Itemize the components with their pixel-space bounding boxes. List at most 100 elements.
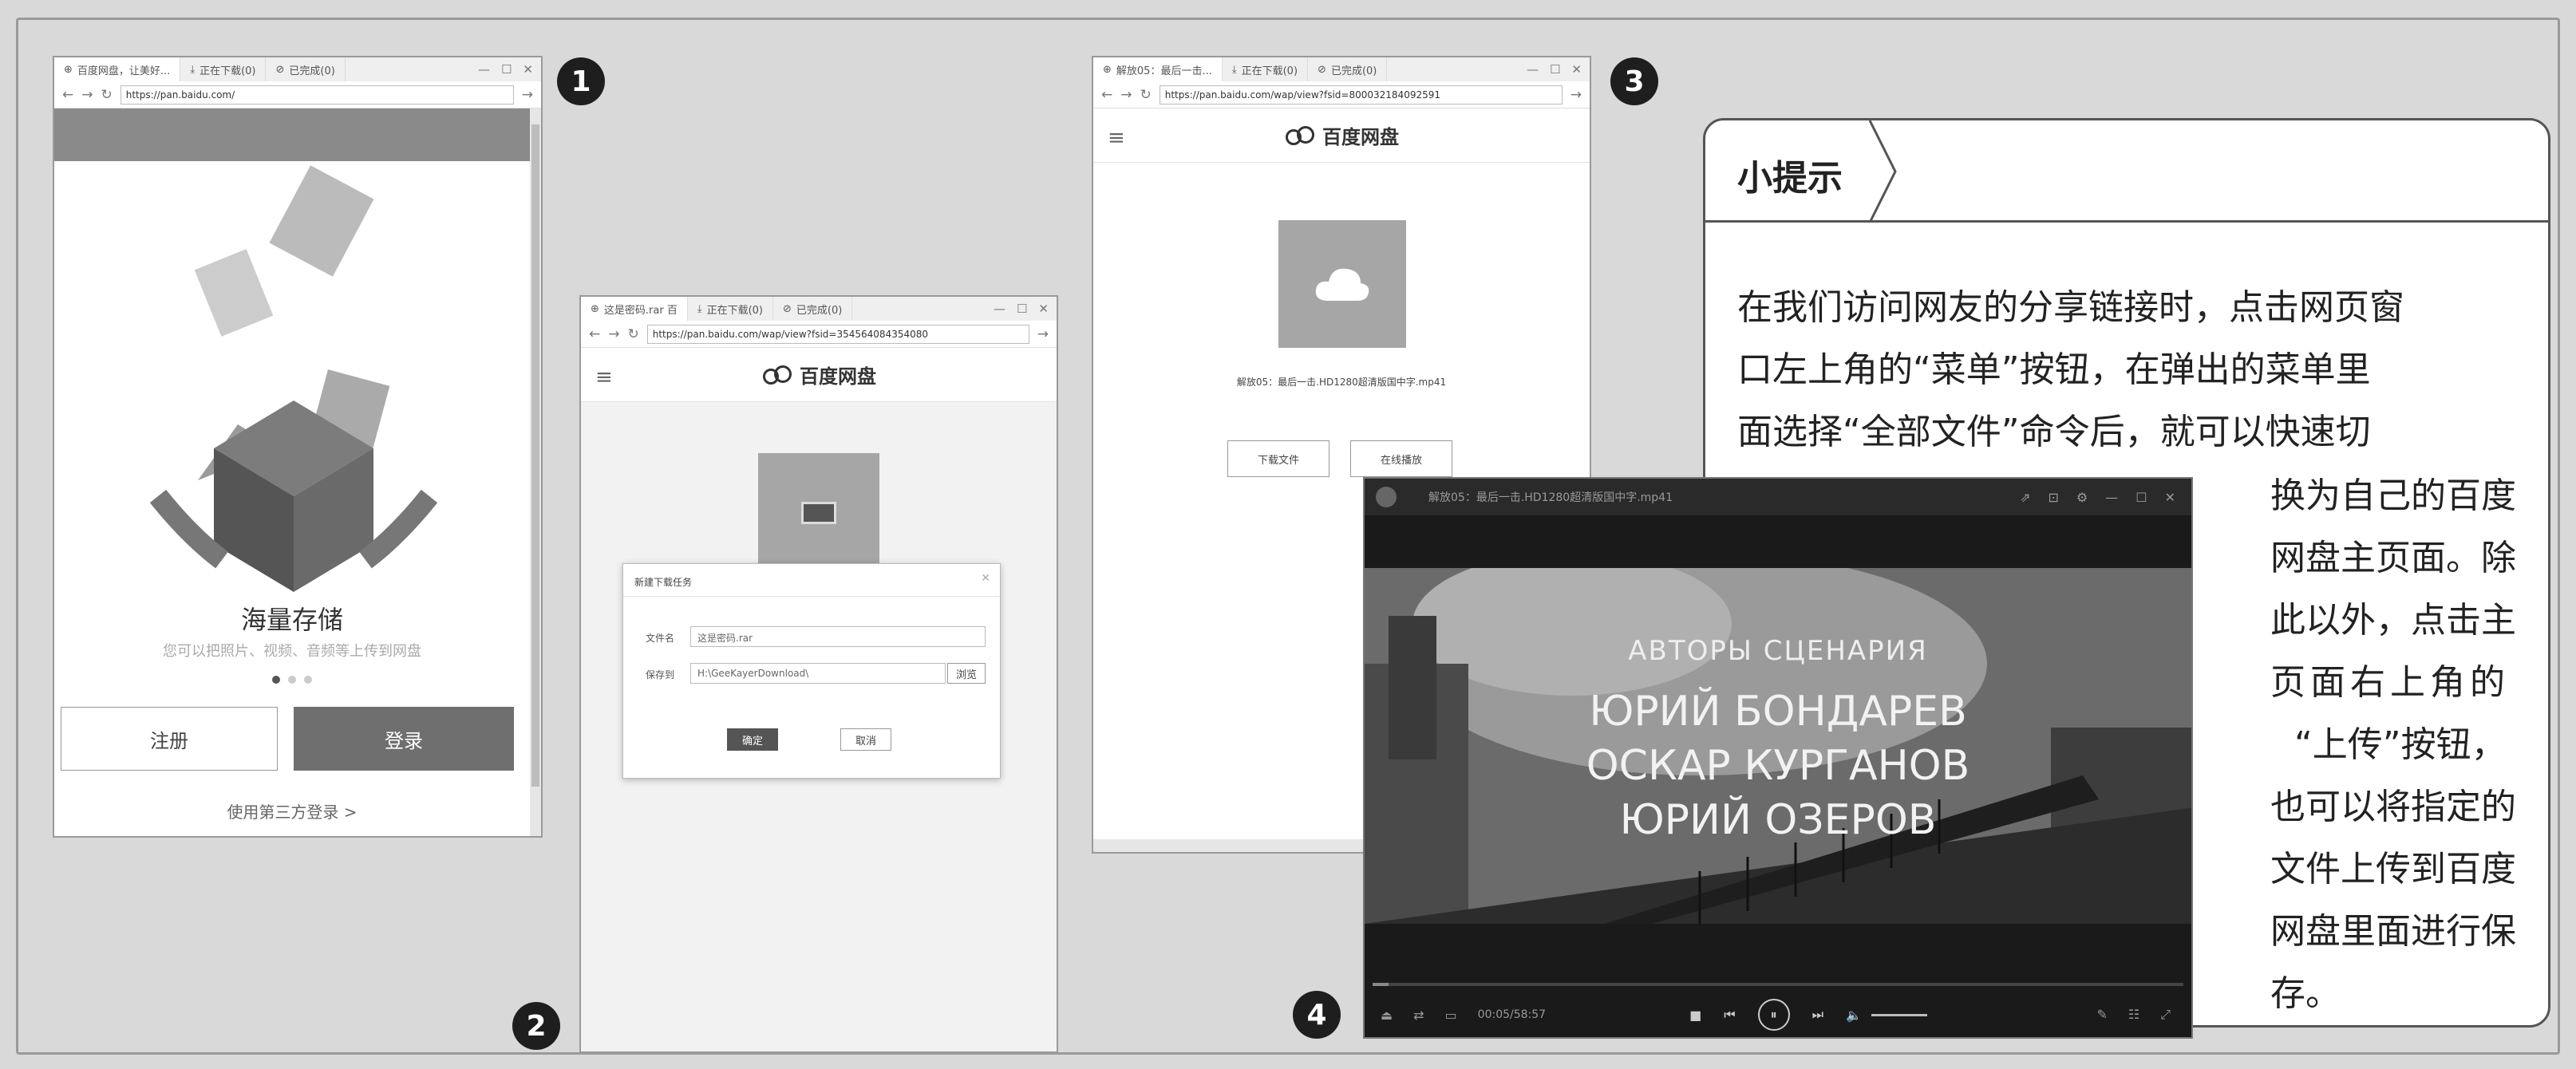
check-circle-icon: ⊘ bbox=[275, 63, 285, 76]
credit-line-3: ОСКАР КУРГАНОВ bbox=[1586, 742, 1970, 790]
playlist-icon[interactable]: ⏏ bbox=[1381, 1008, 1393, 1023]
globe-icon: ⊕ bbox=[64, 63, 73, 76]
tab-downloading[interactable]: ⤓ 正在下载(0) bbox=[688, 297, 773, 321]
video-frame[interactable]: АВТОРЫ СЦЕНАРИЯ ЮРИЙ БОНДАРЕВ ОСКАР КУРГ… bbox=[1365, 568, 2191, 924]
go-icon[interactable]: → bbox=[1037, 326, 1049, 342]
back-icon[interactable]: ← bbox=[589, 326, 600, 342]
minimize-icon[interactable]: — bbox=[994, 302, 1006, 316]
tip-text-line-3: 面选择“全部文件”命令后，就可以快速切 bbox=[1737, 412, 2371, 452]
download-icon: ⤓ bbox=[697, 302, 702, 315]
video-filename: 解放05：最后一击.HD1280超清版国中字.mp41 bbox=[1236, 377, 1447, 388]
credit-line-2: ЮРИЙ БОНДАРЕВ bbox=[1589, 688, 1967, 736]
third-party-login-link[interactable]: 使用第三方登录 > bbox=[54, 799, 530, 822]
storage-subtitle: 您可以把照片、视频、音频等上传到网盘 bbox=[163, 643, 421, 660]
maximize-icon[interactable]: ☐ bbox=[1017, 302, 1027, 316]
scrollbar[interactable] bbox=[530, 108, 541, 836]
close-icon[interactable]: ✕ bbox=[2165, 490, 2175, 505]
tab-completed[interactable]: ⊘ 已完成(0) bbox=[266, 57, 346, 81]
tab-rar-file[interactable]: ⊕ 这是密码.rar 百 bbox=[581, 297, 688, 321]
login-button[interactable]: 登录 bbox=[294, 707, 514, 771]
close-icon[interactable]: ✕ bbox=[1038, 302, 1049, 316]
volume-icon[interactable]: 🔈 bbox=[1846, 1008, 1862, 1023]
browse-button[interactable]: 浏览 bbox=[947, 663, 986, 684]
maximize-icon[interactable]: ☐ bbox=[501, 62, 512, 77]
maximize-icon[interactable]: ☐ bbox=[1550, 62, 1560, 77]
brush-icon[interactable]: ✎ bbox=[2096, 1007, 2107, 1023]
volume-slider[interactable] bbox=[1871, 1013, 1927, 1016]
globe-icon: ⊕ bbox=[591, 302, 599, 315]
tab-completed[interactable]: ⊘ 已完成(0) bbox=[1308, 57, 1388, 81]
go-icon[interactable]: → bbox=[522, 87, 533, 103]
stop-icon[interactable]: ■ bbox=[1689, 1008, 1701, 1023]
filename-input[interactable]: 这是密码.rar bbox=[690, 626, 986, 647]
screen-icon[interactable]: ▭ bbox=[1445, 1008, 1457, 1023]
refresh-icon[interactable]: ↻ bbox=[628, 326, 639, 342]
globe-icon: ⊕ bbox=[1103, 63, 1112, 76]
tip-text-line-1: 在我们访问网友的分享链接时，点击网页窗 bbox=[1737, 287, 2404, 328]
url-input[interactable]: https://pan.baidu.com/ bbox=[120, 85, 514, 105]
close-icon[interactable]: ✕ bbox=[523, 62, 533, 77]
minimize-icon[interactable]: — bbox=[2105, 490, 2118, 505]
back-icon[interactable]: ← bbox=[62, 87, 73, 103]
refresh-icon[interactable]: ↻ bbox=[101, 87, 113, 103]
cancel-button[interactable]: 取消 bbox=[840, 728, 891, 751]
register-button[interactable]: 注册 bbox=[61, 707, 278, 771]
tab-downloading[interactable]: ⤓ 正在下载(0) bbox=[180, 57, 267, 81]
step-badge-1: 1 bbox=[557, 57, 605, 105]
tab-bar: ⊕ 百度网盘，让美好... ⤓ 正在下载(0) ⊘ 已完成(0) — ☐ ✕ bbox=[54, 57, 541, 81]
file-thumbnail bbox=[758, 453, 879, 573]
dialog-title: 新建下载任务 bbox=[634, 577, 693, 588]
forward-icon[interactable]: → bbox=[1120, 87, 1132, 103]
banner-strip bbox=[54, 108, 530, 161]
carousel-dots[interactable] bbox=[54, 676, 530, 684]
download-file-button[interactable]: 下载文件 bbox=[1227, 440, 1329, 477]
loop-icon[interactable]: ⇄ bbox=[1413, 1008, 1424, 1023]
minimize-icon[interactable]: — bbox=[1527, 62, 1539, 77]
video-player-window: 解放05：最后一击.HD1280超清版国中字.mp41 ⇗ ⊡ ⚙ — ☐ ✕ АВТОР… bbox=[1363, 477, 2193, 1039]
download-dialog: 新建下载任务 ✕ 文件名 这是密码.rar 保存到 H:\GeeKayerDow… bbox=[622, 563, 1001, 779]
refresh-icon[interactable]: ↻ bbox=[1140, 87, 1152, 103]
tip-narrow-text: 换为自己的百度 网盘主页面。除 此以外，点击主 页面右上角的 “上传”按钮， 也… bbox=[2270, 475, 2516, 1014]
saveto-label: 保存到 bbox=[646, 669, 675, 680]
tab-video-file[interactable]: ⊕ 解放05：最后一击... bbox=[1093, 57, 1223, 81]
fullscreen-icon[interactable]: ⤢ bbox=[2160, 1007, 2171, 1023]
player-logo-icon[interactable] bbox=[1376, 487, 1397, 507]
previous-icon[interactable]: ⏮ bbox=[1724, 1007, 1735, 1023]
maximize-icon[interactable]: ☐ bbox=[2135, 490, 2147, 505]
close-icon[interactable]: ✕ bbox=[1571, 62, 1582, 77]
saveto-input[interactable]: H:\GeeKayerDownload\ bbox=[690, 663, 946, 684]
go-icon[interactable]: → bbox=[1570, 87, 1582, 103]
credit-line-1: АВТОРЫ СЦЕНАРИЯ bbox=[1628, 635, 1928, 667]
share-icon[interactable]: ⇗ bbox=[2020, 490, 2030, 505]
time-display: 00:05/58:57 bbox=[1477, 1008, 1547, 1021]
forward-icon[interactable]: → bbox=[608, 326, 619, 342]
settings-icon[interactable]: ⚙ bbox=[2076, 490, 2088, 505]
back-icon[interactable]: ← bbox=[1101, 87, 1112, 103]
ok-button[interactable]: 确定 bbox=[727, 728, 778, 751]
forward-icon[interactable]: → bbox=[81, 87, 93, 103]
video-thumbnail bbox=[1278, 220, 1406, 348]
equalizer-icon[interactable]: ☷ bbox=[2128, 1007, 2139, 1023]
menu-icon[interactable]: ≡ bbox=[1108, 126, 1125, 150]
dialog-close-icon[interactable]: ✕ bbox=[981, 572, 990, 585]
progress-bar[interactable] bbox=[1373, 983, 2183, 986]
play-online-button[interactable]: 在线播放 bbox=[1350, 440, 1452, 477]
tab-downloading[interactable]: ⤓ 正在下载(0) bbox=[1223, 57, 1309, 81]
brand-name: 百度网盘 bbox=[800, 365, 876, 388]
cart-icon[interactable]: ⊡ bbox=[2049, 490, 2059, 505]
player-title: 解放05：最后一击.HD1280超清版国中字.mp41 bbox=[1428, 491, 1673, 504]
tab-baidu-home[interactable]: ⊕ 百度网盘，让美好... bbox=[54, 57, 181, 81]
baidu-header: ≡ 百度网盘 bbox=[1093, 108, 1590, 163]
pause-icon[interactable]: ⏸ bbox=[1757, 999, 1790, 1031]
next-icon[interactable]: ⏭ bbox=[1812, 1007, 1823, 1023]
check-circle-icon: ⊘ bbox=[1318, 63, 1326, 76]
player-controls: ⏏ ⇄ ▭ 00:05/58:57 ■ ⏮ ⏸ ⏭ 🔈 ✎ ☷ ⤢ bbox=[1365, 992, 2191, 1037]
download-icon: ⤓ bbox=[1231, 63, 1237, 76]
filename-label: 文件名 bbox=[646, 633, 675, 644]
url-input[interactable]: https://pan.baidu.com/wap/view?fsid=8000… bbox=[1159, 85, 1563, 105]
menu-icon[interactable]: ≡ bbox=[595, 365, 613, 389]
minimize-icon[interactable]: — bbox=[478, 62, 490, 77]
url-input[interactable]: https://pan.baidu.com/wap/view?fsid=3545… bbox=[646, 324, 1029, 344]
baidu-header: ≡ 百度网盘 bbox=[581, 348, 1057, 402]
tab-completed[interactable]: ⊘ 已完成(0) bbox=[773, 297, 853, 321]
